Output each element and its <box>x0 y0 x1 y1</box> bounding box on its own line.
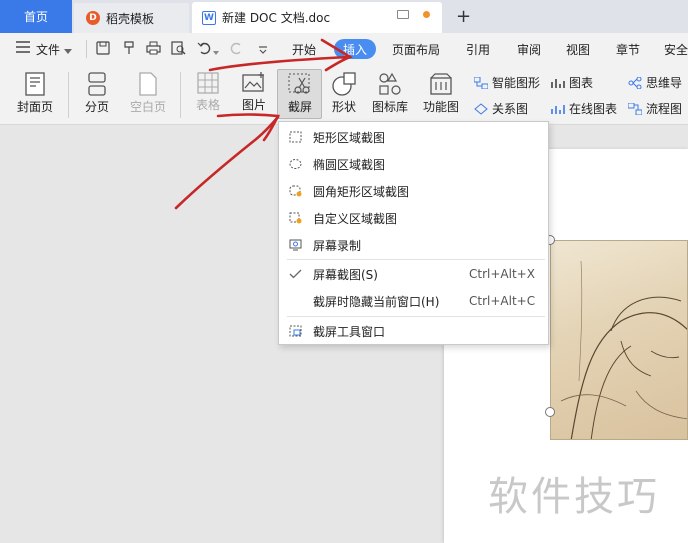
annotation-arrow-to-screenshot <box>174 115 280 210</box>
annotation-overlay <box>174 38 353 210</box>
annotation-arrowhead-insert <box>320 38 353 72</box>
